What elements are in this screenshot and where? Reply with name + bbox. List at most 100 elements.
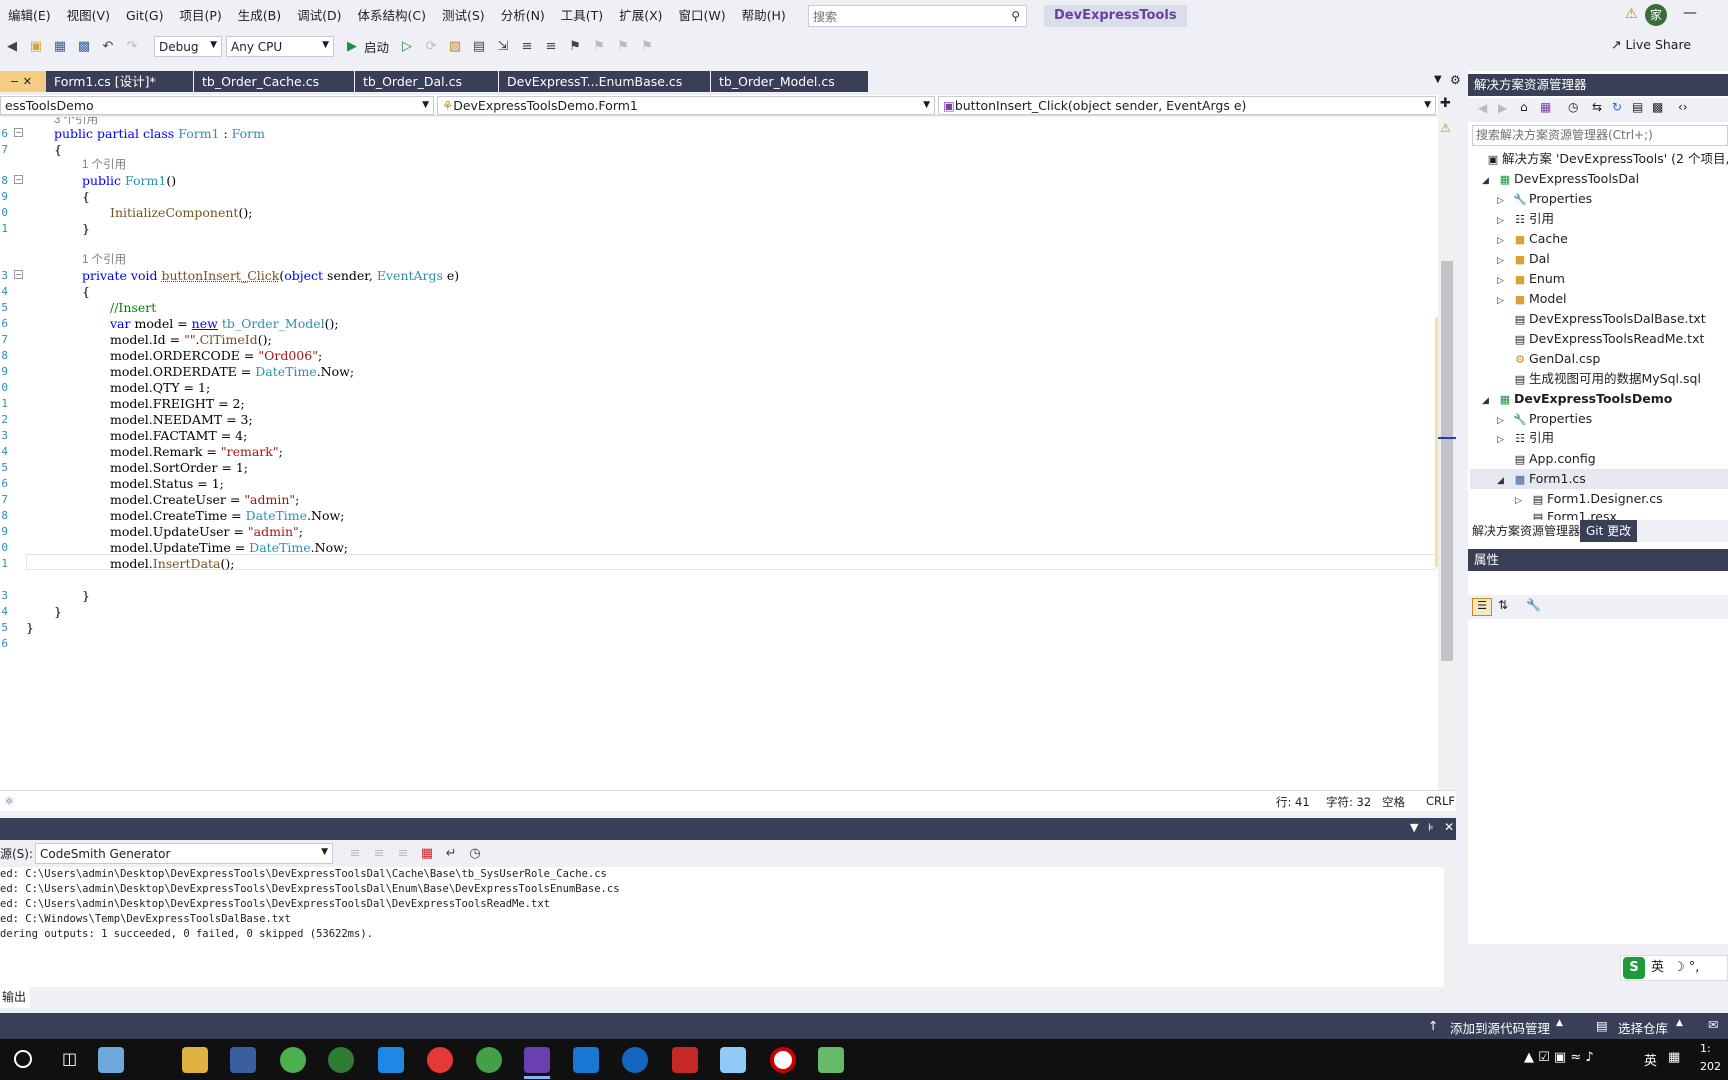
file-explorer-icon[interactable]: [182, 1047, 208, 1073]
app-icon[interactable]: [672, 1047, 698, 1073]
menu-test[interactable]: 测试(S): [434, 0, 493, 31]
switch-view-icon[interactable]: ▦: [1540, 100, 1551, 114]
solution-search-input[interactable]: 搜索解决方案资源管理器(Ctrl+;): [1472, 125, 1728, 146]
bookmark-prev-icon[interactable]: ⚑: [589, 37, 609, 57]
menu-edit[interactable]: 编辑(E): [0, 0, 59, 31]
avatar[interactable]: 家: [1645, 4, 1667, 26]
live-share-button[interactable]: ↗ Live Share: [1611, 37, 1691, 52]
app-icon[interactable]: [378, 1047, 404, 1073]
tree-item-demo-project[interactable]: ◢ ▦ DevExpressToolsDemo: [1482, 390, 1672, 410]
app-icon[interactable]: [622, 1047, 648, 1073]
tree-item-solution[interactable]: ▣ 解决方案 'DevExpressTools' (2 个项目,: [1484, 150, 1728, 169]
forward-icon[interactable]: ▶: [1498, 101, 1507, 115]
tab-solution-explorer[interactable]: 解决方案资源管理器: [1468, 520, 1585, 542]
project-dropdown[interactable]: essToolsDemo ▼: [0, 96, 434, 115]
tab-output[interactable]: 输出: [0, 987, 30, 1008]
tab-order-cache[interactable]: tb_Order_Cache.cs: [194, 71, 355, 92]
add-to-source-control[interactable]: 添加到源代码管理: [1450, 1018, 1550, 1037]
intellicode-icon[interactable]: ⚛: [4, 794, 14, 808]
bookmark-next-icon[interactable]: ⚑: [613, 37, 633, 57]
uncomment-icon[interactable]: ≡: [541, 37, 561, 57]
task-view-icon[interactable]: ◫: [62, 1049, 77, 1068]
app-icon[interactable]: [818, 1047, 844, 1073]
tab-form1-designer[interactable]: Form1.cs [设计]*: [46, 71, 194, 92]
back-icon[interactable]: ◀: [1478, 101, 1487, 115]
save-icon[interactable]: ▦: [50, 37, 70, 57]
browser-icon[interactable]: ▧: [445, 37, 465, 57]
pin-tab-icon[interactable]: − ✕: [0, 71, 46, 92]
tree-item-references[interactable]: ▷ ☷ 引用: [1497, 210, 1554, 230]
comment-icon[interactable]: ≡: [517, 37, 537, 57]
codelens-references[interactable]: 1 个引用: [82, 156, 126, 172]
codelens-references[interactable]: 1 个引用: [82, 251, 126, 267]
tree-item-references[interactable]: ▷ ☷ 引用: [1497, 429, 1554, 449]
collapse-icon[interactable]: −: [14, 270, 23, 279]
word-wrap-icon[interactable]: ↵: [441, 844, 461, 864]
menu-build[interactable]: 生成(B): [230, 0, 289, 31]
history-icon[interactable]: ◷: [1568, 100, 1578, 114]
record-icon[interactable]: [770, 1047, 796, 1073]
tree-item-form1-resx[interactable]: ▤ Form1.resx: [1529, 510, 1617, 520]
menu-git[interactable]: Git(G): [118, 0, 172, 31]
next-message-icon[interactable]: ≡: [393, 844, 413, 864]
chrome-icon[interactable]: [427, 1047, 453, 1073]
refresh-icon[interactable]: ↻: [1612, 100, 1622, 114]
start-button[interactable]: 启动: [364, 37, 389, 56]
tree-item-form1-designer[interactable]: ▷ ▤ Form1.Designer.cs: [1515, 490, 1663, 510]
select-repository[interactable]: 选择仓库: [1618, 1018, 1668, 1037]
menu-extensions[interactable]: 扩展(X): [611, 0, 670, 31]
clock-time[interactable]: 1:: [1700, 1042, 1711, 1055]
output-source-select[interactable]: CodeSmith Generator ▼: [35, 843, 334, 864]
configuration-select[interactable]: Debug ▼: [154, 36, 222, 57]
redo-icon[interactable]: ↷: [122, 37, 142, 57]
prev-message-icon[interactable]: ≡: [369, 844, 389, 864]
tab-order-model[interactable]: tb_Order_Model.cs: [711, 71, 869, 92]
categorized-icon[interactable]: ☰: [1472, 598, 1492, 616]
settings-icon[interactable]: ⚙: [1450, 73, 1461, 87]
clear-all-icon[interactable]: ▦: [417, 844, 437, 864]
start-without-debug-icon[interactable]: ▷: [397, 37, 417, 57]
chrome-icon[interactable]: [476, 1047, 502, 1073]
tray-icons[interactable]: ▲ ☑ ▣ ≈ ♪: [1524, 1050, 1594, 1065]
undo-icon[interactable]: ↶: [98, 37, 118, 57]
menu-tools[interactable]: 工具(T): [553, 0, 611, 31]
platform-select[interactable]: Any CPU ▼: [226, 36, 334, 57]
split-icon[interactable]: ✚: [1440, 96, 1451, 111]
tab-git-changes[interactable]: Git 更改: [1580, 520, 1638, 542]
app-icon[interactable]: [573, 1047, 599, 1073]
tree-item-dal-project[interactable]: ◢ ▦ DevExpressToolsDal: [1482, 170, 1639, 190]
app-icon[interactable]: [280, 1047, 306, 1073]
output-text[interactable]: ed: C:\Users\admin\Desktop\DevExpressToo…: [0, 867, 1462, 987]
hot-reload-icon[interactable]: ⟳: [421, 37, 441, 57]
eol-indicator[interactable]: CRLF: [1426, 794, 1455, 808]
save-all-icon[interactable]: ▩: [74, 37, 94, 57]
input-language[interactable]: 英: [1644, 1050, 1657, 1069]
play-icon[interactable]: ▶: [342, 37, 362, 57]
tree-item-properties[interactable]: ▷ 🔧 Properties: [1497, 190, 1592, 210]
goto-icon[interactable]: ≡: [345, 844, 365, 864]
open-folder-icon[interactable]: ▣: [26, 37, 46, 57]
nav-icon[interactable]: ◀: [2, 37, 22, 57]
minimize-icon[interactable]: —: [1683, 5, 1697, 21]
member-dropdown[interactable]: ▣buttonInsert_Click(object sender, Event…: [938, 96, 1436, 115]
tree-item-gendal-csp[interactable]: ⚙ GenDal.csp: [1511, 350, 1600, 369]
tab-overflow-icon[interactable]: ▼: [1434, 74, 1442, 85]
tree-item-dalbase-txt[interactable]: ▤ DevExpressToolsDalBase.txt: [1511, 310, 1706, 329]
show-all-icon[interactable]: ▩: [1652, 100, 1663, 114]
line-indicator[interactable]: 行: 41: [1276, 794, 1310, 810]
tree-item-model[interactable]: ▷ ■ Model: [1497, 290, 1567, 310]
menu-analyze[interactable]: 分析(N): [493, 0, 553, 31]
tree-item-mysql-sql[interactable]: ▤ 生成视图可用的数据MySql.sql: [1511, 370, 1701, 389]
step-icon[interactable]: ⇲: [493, 37, 513, 57]
tree-item-cache[interactable]: ▷ ■ Cache: [1497, 230, 1568, 250]
tree-item-dal[interactable]: ▷ ■ Dal: [1497, 250, 1550, 270]
warning-icon[interactable]: ⚠: [1625, 6, 1638, 22]
warning-icon[interactable]: ⚠: [1440, 121, 1451, 135]
class-dropdown[interactable]: ⚘DevExpressToolsDemo.Form1 ▼: [437, 96, 935, 115]
menu-view[interactable]: 视图(V): [59, 0, 118, 31]
scroll-thumb[interactable]: [1441, 261, 1453, 661]
editor-scrollbar[interactable]: ⚠: [1438, 117, 1456, 790]
bookmark-clear-icon[interactable]: ⚑: [637, 37, 657, 57]
sort-alpha-icon[interactable]: ⇅: [1498, 598, 1508, 612]
home-icon[interactable]: ⌂: [1520, 100, 1528, 114]
